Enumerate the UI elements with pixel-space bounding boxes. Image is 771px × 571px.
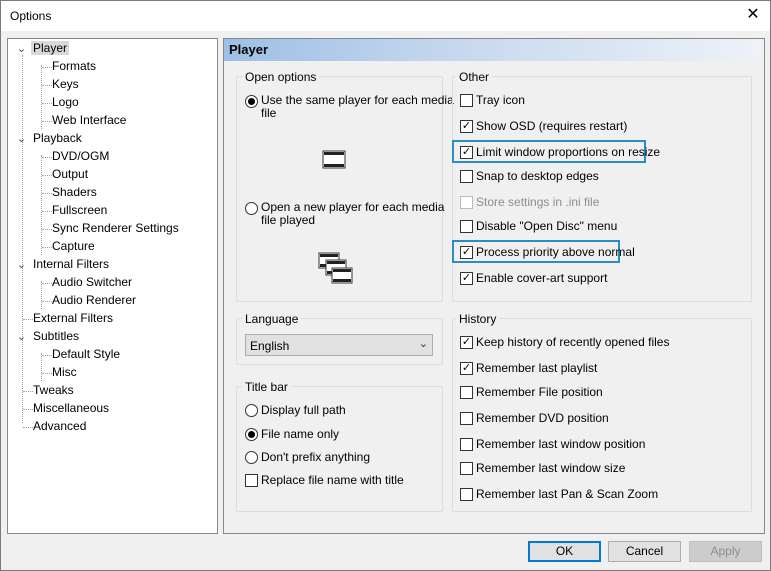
tree-item-external-filters[interactable]: External Filters bbox=[33, 310, 113, 327]
remember-file-position-label: Remember File position bbox=[476, 385, 603, 399]
remember-dvd-position-label: Remember DVD position bbox=[476, 411, 609, 425]
keep-history-checkbox[interactable]: ✓ bbox=[460, 336, 473, 349]
title-bar-title: Title bar bbox=[242, 380, 291, 394]
remember-pan-scan-checkbox[interactable] bbox=[460, 488, 473, 501]
limit-proportions-checkbox[interactable]: ✓ bbox=[460, 146, 473, 159]
same-player-label-2: file bbox=[261, 106, 277, 120]
tree-item-misc[interactable]: Misc bbox=[52, 364, 77, 381]
close-icon[interactable]: ✕ bbox=[744, 6, 762, 24]
chevron-down-icon[interactable]: ⌄ bbox=[16, 257, 27, 274]
ini-file-checkbox bbox=[460, 196, 473, 209]
tree-item-audio-renderer[interactable]: Audio Renderer bbox=[52, 292, 136, 309]
other-group bbox=[452, 76, 752, 302]
new-player-radio[interactable] bbox=[245, 202, 258, 215]
full-path-label: Display full path bbox=[261, 403, 346, 417]
tree-line bbox=[41, 155, 42, 255]
tree-line bbox=[41, 353, 42, 381]
process-priority-label: Process priority above normal bbox=[476, 245, 635, 259]
show-osd-label: Show OSD (requires restart) bbox=[476, 119, 628, 133]
window-title: Options bbox=[10, 9, 52, 23]
replace-title-checkbox[interactable] bbox=[245, 474, 258, 487]
limit-proportions-label: Limit window proportions on resize bbox=[476, 145, 661, 159]
tree-item-audio-switcher[interactable]: Audio Switcher bbox=[52, 274, 132, 291]
multiple-windows-icon bbox=[318, 252, 353, 284]
remember-playlist-label: Remember last playlist bbox=[476, 361, 598, 375]
disable-open-disc-checkbox[interactable] bbox=[460, 220, 473, 233]
new-player-label: Open a new player for each media bbox=[261, 200, 445, 214]
tree-item-internal-filters[interactable]: Internal Filters bbox=[33, 256, 109, 273]
chevron-down-icon[interactable]: ⌄ bbox=[16, 131, 27, 148]
snap-edges-checkbox[interactable] bbox=[460, 170, 473, 183]
language-value: English bbox=[250, 339, 290, 353]
tree-line bbox=[22, 55, 23, 423]
remember-playlist-checkbox[interactable]: ✓ bbox=[460, 362, 473, 375]
open-options-title: Open options bbox=[242, 70, 320, 84]
same-player-radio[interactable] bbox=[245, 95, 258, 108]
tree-item-default-style[interactable]: Default Style bbox=[52, 346, 120, 363]
keep-history-label: Keep history of recently opened files bbox=[476, 335, 670, 349]
language-select[interactable]: English ⌄ bbox=[245, 334, 433, 356]
cover-art-checkbox[interactable]: ✓ bbox=[460, 272, 473, 285]
tree-item-shaders[interactable]: Shaders bbox=[52, 184, 97, 201]
single-window-icon bbox=[322, 150, 346, 169]
tree-item-formats[interactable]: Formats bbox=[52, 58, 96, 75]
disable-open-disc-label: Disable "Open Disc" menu bbox=[476, 219, 618, 233]
file-name-only-label: File name only bbox=[261, 427, 340, 441]
remember-window-position-label: Remember last window position bbox=[476, 437, 646, 451]
tree-item-sync-renderer-settings[interactable]: Sync Renderer Settings bbox=[52, 220, 179, 237]
tree-item-keys[interactable]: Keys bbox=[52, 76, 79, 93]
no-prefix-radio[interactable] bbox=[245, 451, 258, 464]
full-path-radio[interactable] bbox=[245, 404, 258, 417]
other-title: Other bbox=[456, 70, 493, 84]
same-player-label: Use the same player for each media bbox=[261, 93, 454, 107]
remember-window-size-label: Remember last window size bbox=[476, 461, 626, 475]
tree-item-miscellaneous[interactable]: Miscellaneous bbox=[33, 400, 109, 417]
ok-button[interactable]: OK bbox=[528, 541, 601, 562]
tree-item-logo[interactable]: Logo bbox=[52, 94, 79, 111]
tree-line bbox=[41, 65, 42, 129]
chevron-down-icon: ⌄ bbox=[418, 338, 428, 350]
options-tree: ⌄ ⌄ ⌄ ⌄ Player Formats Keys Logo Web Int… bbox=[7, 38, 218, 534]
tree-item-capture[interactable]: Capture bbox=[52, 238, 95, 255]
tree-line bbox=[41, 281, 42, 309]
tray-icon-label: Tray icon bbox=[476, 93, 525, 107]
ini-file-label: Store settings in .ini file bbox=[476, 195, 600, 209]
tree-item-playback[interactable]: Playback bbox=[33, 130, 82, 147]
tree-item-player[interactable]: Player bbox=[31, 40, 70, 57]
tree-item-tweaks[interactable]: Tweaks bbox=[33, 382, 74, 399]
remember-file-position-checkbox[interactable] bbox=[460, 386, 473, 399]
cover-art-label: Enable cover-art support bbox=[476, 271, 608, 285]
replace-title-label: Replace file name with title bbox=[261, 473, 404, 487]
tree-item-web-interface[interactable]: Web Interface bbox=[52, 112, 126, 129]
snap-edges-label: Snap to desktop edges bbox=[476, 169, 599, 183]
new-player-label-2: file played bbox=[261, 213, 316, 227]
remember-window-size-checkbox[interactable] bbox=[460, 462, 473, 475]
title-bar: Options ✕ bbox=[1, 1, 770, 31]
remember-pan-scan-label: Remember last Pan & Scan Zoom bbox=[476, 487, 659, 501]
tree-item-dvd-ogm[interactable]: DVD/OGM bbox=[52, 148, 109, 165]
no-prefix-label: Don't prefix anything bbox=[261, 450, 371, 464]
process-priority-checkbox[interactable]: ✓ bbox=[460, 246, 473, 259]
chevron-down-icon[interactable]: ⌄ bbox=[16, 41, 27, 58]
language-title: Language bbox=[242, 312, 302, 326]
show-osd-checkbox[interactable]: ✓ bbox=[460, 120, 473, 133]
tree-item-subtitles[interactable]: Subtitles bbox=[33, 328, 79, 345]
remember-window-position-checkbox[interactable] bbox=[460, 438, 473, 451]
history-title: History bbox=[456, 312, 500, 326]
page-title: Player bbox=[229, 42, 269, 57]
tree-item-fullscreen[interactable]: Fullscreen bbox=[52, 202, 107, 219]
page-header: Player bbox=[224, 39, 762, 61]
tray-icon-checkbox[interactable] bbox=[460, 94, 473, 107]
apply-button[interactable]: Apply bbox=[689, 541, 762, 562]
remember-dvd-position-checkbox[interactable] bbox=[460, 412, 473, 425]
tree-item-advanced[interactable]: Advanced bbox=[33, 418, 86, 435]
chevron-down-icon[interactable]: ⌄ bbox=[16, 329, 27, 346]
tree-item-output[interactable]: Output bbox=[52, 166, 88, 183]
file-name-only-radio[interactable] bbox=[245, 428, 258, 441]
cancel-button[interactable]: Cancel bbox=[608, 541, 681, 562]
